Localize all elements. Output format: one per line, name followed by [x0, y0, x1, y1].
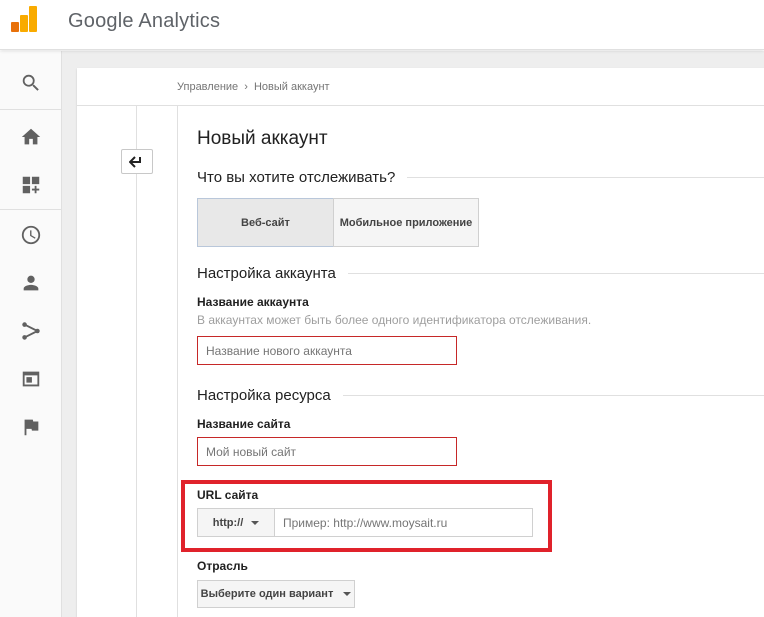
breadcrumb-current: Новый аккаунт	[253, 81, 330, 93]
home-icon[interactable]	[0, 113, 62, 161]
account-name-input[interactable]	[197, 336, 457, 365]
form-column-divider	[177, 106, 178, 617]
account-name-hint: В аккаунтах может быть более одного иден…	[197, 313, 592, 327]
account-name-label: Название аккаунта	[197, 295, 309, 309]
property-settings-heading-text: Настройка ресурса	[197, 387, 331, 404]
site-url-input[interactable]	[274, 508, 533, 537]
chevron-down-icon	[251, 520, 260, 525]
page-title: Новый аккаунт	[197, 128, 328, 149]
tracking-question-text: Что вы хотите отслеживать?	[197, 169, 396, 186]
account-settings-heading: Настройка аккаунта	[197, 265, 764, 282]
breadcrumb-divider	[77, 105, 764, 106]
site-url-label: URL сайта	[197, 488, 259, 502]
side-navigation	[0, 51, 62, 617]
back-button[interactable]	[121, 149, 153, 174]
industry-select-value: Выберите один вариант	[200, 588, 334, 600]
tab-website[interactable]: Веб-сайт	[197, 198, 334, 247]
acquisition-icon[interactable]	[0, 307, 62, 355]
chevron-down-icon	[343, 592, 352, 596]
app-title: Google Analytics	[68, 10, 221, 32]
search-icon[interactable]	[0, 59, 62, 107]
back-arrow-icon	[129, 155, 141, 168]
conversions-flag-icon[interactable]	[0, 403, 62, 451]
breadcrumb-parent-link[interactable]: Управление	[177, 81, 238, 93]
protocol-select-value: http://	[212, 516, 244, 529]
customization-icon[interactable]	[0, 161, 62, 209]
account-settings-heading-text: Настройка аккаунта	[197, 265, 336, 282]
industry-select[interactable]: Выберите один вариант	[197, 580, 355, 608]
column-divider	[136, 106, 137, 617]
industry-label: Отрасль	[197, 559, 248, 573]
audience-person-icon[interactable]	[0, 259, 62, 307]
behavior-icon[interactable]	[0, 355, 62, 403]
breadcrumb-separator: ›	[244, 81, 248, 93]
breadcrumb: Управление › Новый аккаунт	[177, 81, 330, 93]
tracking-question-heading: Что вы хотите отслеживать?	[197, 169, 764, 186]
top-app-bar: Google Analytics	[0, 0, 764, 50]
site-name-input[interactable]	[197, 437, 457, 466]
realtime-clock-icon[interactable]	[0, 211, 62, 259]
property-settings-heading: Настройка ресурса	[197, 387, 764, 404]
protocol-select[interactable]: http://	[197, 508, 275, 537]
analytics-logo-icon[interactable]	[11, 6, 37, 34]
tab-mobile-app[interactable]: Мобильное приложение	[333, 198, 479, 247]
site-name-label: Название сайта	[197, 417, 291, 431]
tracking-type-tabs: Веб-сайт Мобильное приложение	[197, 198, 479, 452]
